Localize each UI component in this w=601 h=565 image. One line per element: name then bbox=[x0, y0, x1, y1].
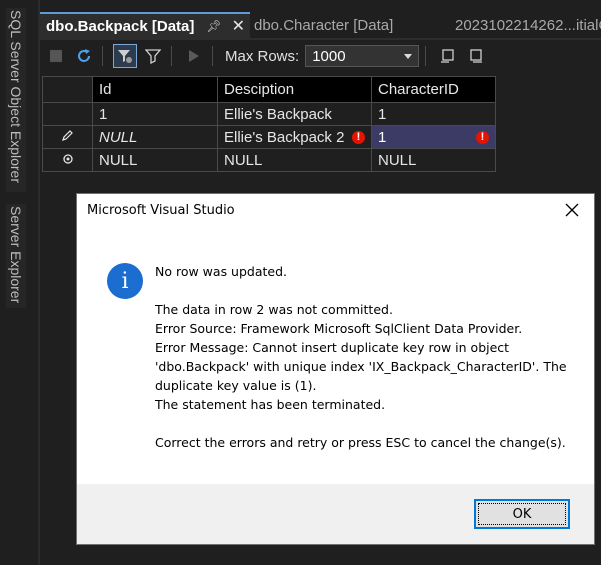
tab-character-data[interactable]: dbo.Character [Data] bbox=[254, 12, 444, 38]
script-icon[interactable] bbox=[436, 44, 460, 68]
grid-cell[interactable]: NULL bbox=[371, 148, 496, 172]
execute-icon[interactable] bbox=[182, 44, 206, 68]
pencil-icon bbox=[61, 129, 75, 146]
grid-cell[interactable]: Ellie's Backpack bbox=[217, 102, 372, 126]
toolbar-separator bbox=[212, 46, 213, 66]
column-header-id[interactable]: Id bbox=[92, 76, 218, 103]
stop-icon[interactable] bbox=[44, 44, 68, 68]
grid-header-row: Id Desciption CharacterID bbox=[42, 76, 496, 103]
toolbar-separator bbox=[425, 46, 427, 66]
tab-backpack-data[interactable]: dbo.Backpack [Data] 📌︎ ✕ bbox=[40, 12, 250, 38]
grid-cell[interactable]: 1 bbox=[92, 102, 218, 126]
max-rows-value: 1000 bbox=[312, 47, 346, 65]
tab-label: dbo.Backpack [Data] bbox=[46, 17, 195, 35]
tab-label: dbo.Character [Data] bbox=[254, 16, 394, 34]
message-heading: No row was updated. bbox=[155, 264, 288, 279]
row-selector[interactable] bbox=[42, 102, 93, 126]
message-line: Error Message: Cannot insert duplicate k… bbox=[155, 340, 510, 355]
grid-cell[interactable]: NULL bbox=[92, 148, 218, 172]
toolbar-separator bbox=[171, 46, 172, 66]
grid-cell-selected-with-error[interactable]: 1 ! bbox=[371, 125, 496, 149]
max-rows-label: Max Rows: bbox=[225, 47, 300, 65]
server-explorer-tab[interactable]: Server Explorer bbox=[6, 204, 26, 308]
info-icon: i bbox=[107, 263, 143, 299]
column-header-characterid[interactable]: CharacterID bbox=[371, 76, 496, 103]
ok-button[interactable]: OK bbox=[474, 499, 570, 529]
object-explorer-label: SQL Server Object Explorer bbox=[8, 10, 24, 183]
pin-icon[interactable]: 📌︎ bbox=[206, 19, 221, 33]
message-line: The statement has been terminated. bbox=[155, 397, 386, 412]
chevron-down-icon bbox=[404, 53, 413, 59]
message-line: The data in row 2 was not committed. bbox=[155, 302, 393, 317]
message-line: duplicate key value is (1). bbox=[155, 378, 317, 393]
toolbar-separator bbox=[102, 46, 103, 66]
message-line: 'dbo.Backpack' with unique index 'IX_Bac… bbox=[155, 359, 567, 374]
grid-cell[interactable]: NULL bbox=[217, 148, 372, 172]
message-line: Error Source: Framework Microsoft SqlCli… bbox=[155, 321, 523, 336]
row-selector[interactable] bbox=[42, 148, 93, 172]
filter-settings-icon[interactable] bbox=[113, 44, 137, 68]
tab-migration-file[interactable]: 2023102214262...itialC bbox=[455, 12, 601, 38]
table-row: 1 Ellie's Backpack 1 bbox=[42, 102, 496, 126]
data-toolbar: Max Rows: 1000 bbox=[40, 40, 601, 72]
dialog-footer: OK bbox=[77, 484, 594, 544]
grid-cell[interactable]: NULL bbox=[92, 125, 218, 149]
error-dialog: Microsoft Visual Studio i No row was upd… bbox=[76, 193, 595, 545]
sql-server-object-explorer-tab[interactable]: SQL Server Object Explorer bbox=[6, 8, 26, 192]
new-row-icon bbox=[62, 152, 74, 169]
cell-value: 1 bbox=[378, 128, 387, 146]
grid-cell[interactable]: 1 bbox=[371, 102, 496, 126]
close-icon[interactable]: ✕ bbox=[232, 16, 245, 36]
refresh-icon[interactable] bbox=[72, 44, 96, 68]
document-tabs: dbo.Backpack [Data] 📌︎ ✕ dbo.Character [… bbox=[40, 12, 601, 38]
error-icon: ! bbox=[476, 131, 489, 144]
table-row-new: NULL NULL NULL bbox=[42, 148, 496, 172]
error-icon: ! bbox=[352, 131, 365, 144]
message-footer: Correct the errors and retry or press ES… bbox=[155, 435, 566, 450]
max-rows-dropdown[interactable]: 1000 bbox=[305, 45, 420, 67]
row-selector[interactable] bbox=[42, 125, 93, 149]
filter-icon[interactable] bbox=[141, 44, 165, 68]
side-tool-strip: SQL Server Object Explorer Server Explor… bbox=[0, 0, 30, 565]
dialog-title: Microsoft Visual Studio bbox=[87, 203, 235, 218]
grid-cell-with-error[interactable]: Ellie's Backpack 2 ! bbox=[217, 125, 372, 149]
table-row: NULL Ellie's Backpack 2 ! 1 ! bbox=[42, 125, 496, 149]
script-to-file-icon[interactable] bbox=[464, 44, 488, 68]
tab-label: 2023102214262...itialC bbox=[455, 16, 601, 34]
cell-value: Ellie's Backpack 2 bbox=[224, 128, 345, 146]
row-header-corner[interactable] bbox=[42, 76, 93, 103]
server-explorer-label: Server Explorer bbox=[8, 206, 24, 304]
panel-divider bbox=[38, 0, 40, 565]
dialog-message: No row was updated. The data in row 2 wa… bbox=[155, 262, 575, 452]
column-header-desciption[interactable]: Desciption bbox=[217, 76, 372, 103]
data-grid: Id Desciption CharacterID 1 Ellie's Back… bbox=[42, 76, 496, 172]
close-icon[interactable] bbox=[562, 200, 582, 220]
